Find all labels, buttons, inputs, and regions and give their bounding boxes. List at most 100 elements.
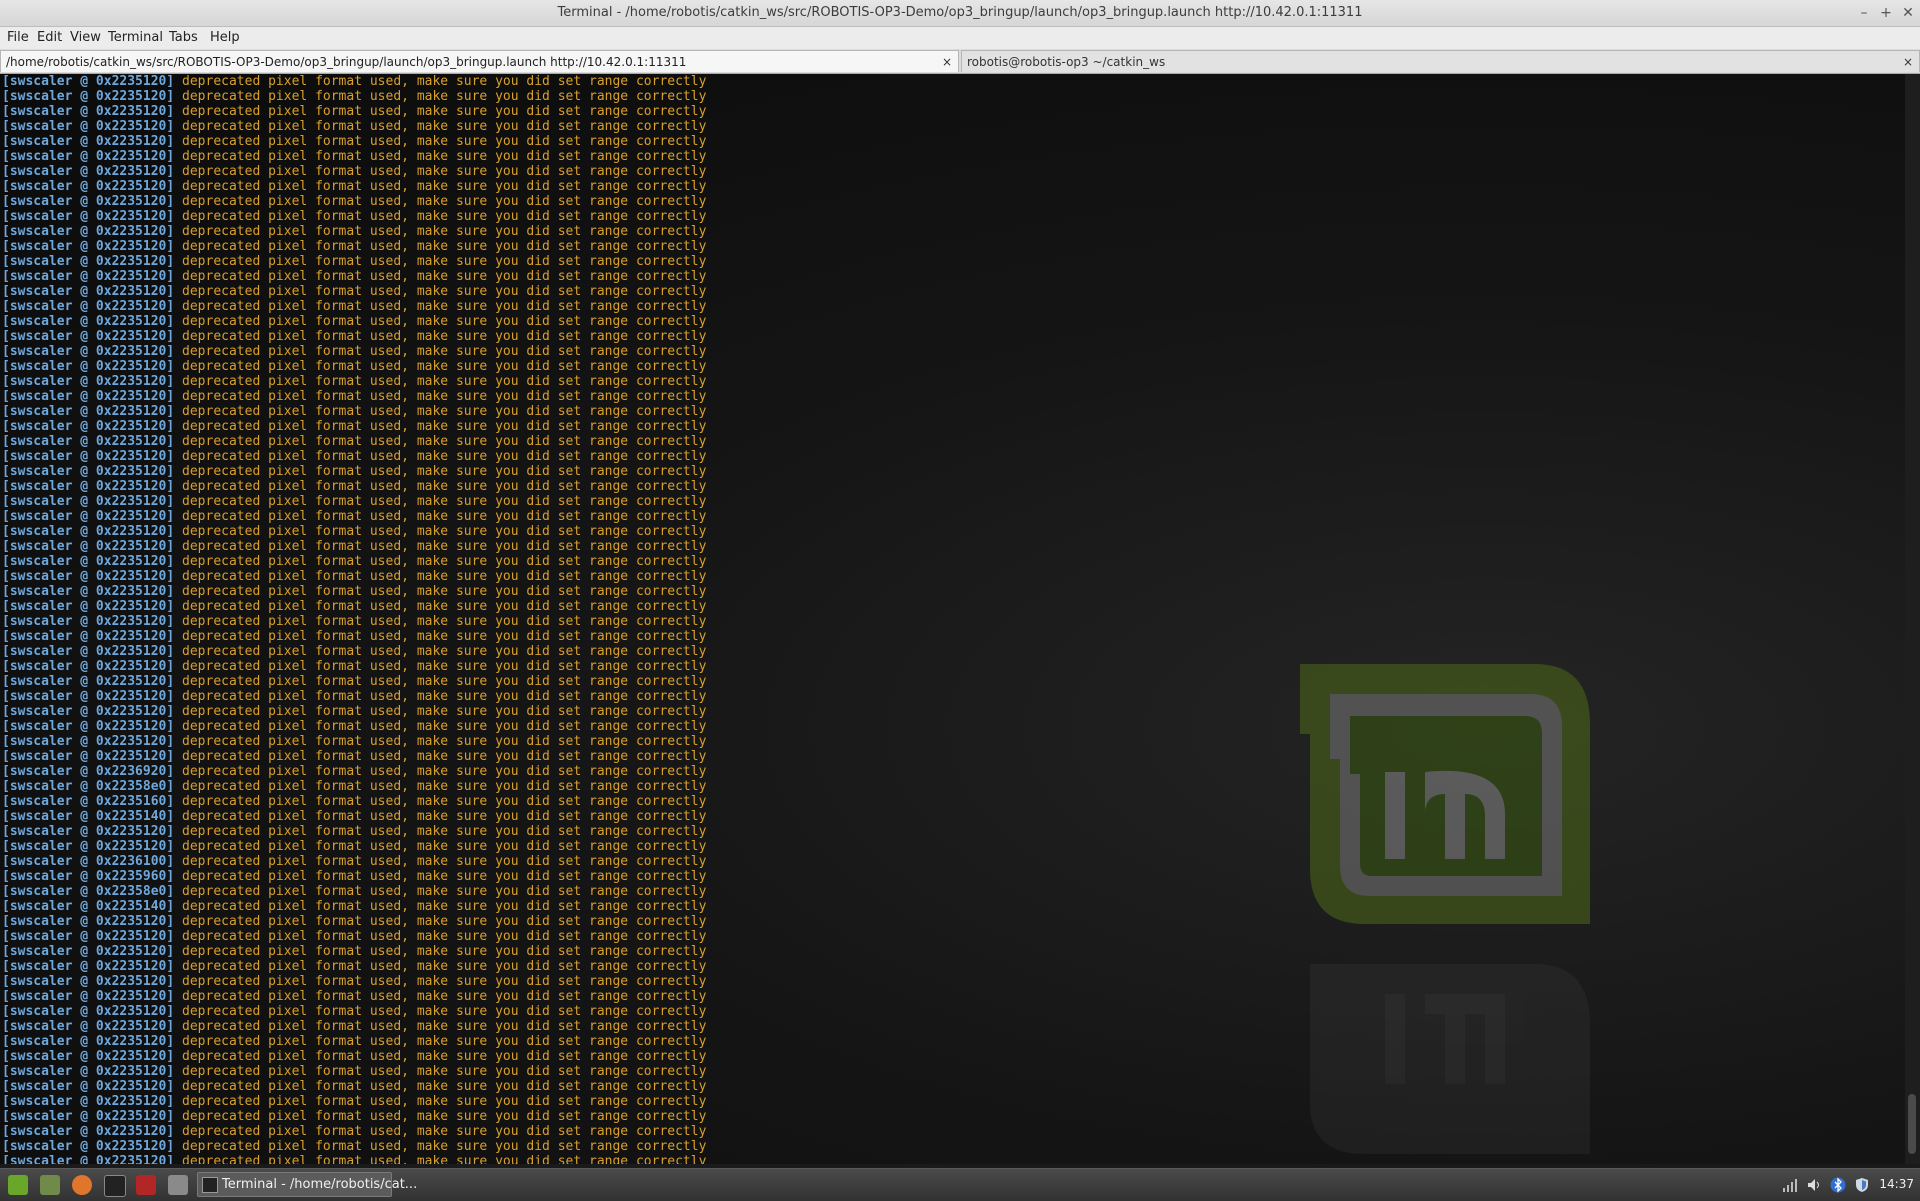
log-line: [swscaler @ 0x2235120] deprecated pixel … — [2, 164, 706, 179]
log-message: deprecated pixel format used, make sure … — [174, 794, 707, 809]
log-message: deprecated pixel format used, make sure … — [174, 809, 707, 824]
log-tag: [swscaler @ 0x2235120] — [2, 749, 175, 764]
tab-catkin-ws[interactable]: robotis@robotis-op3 ~/catkin_ws × — [961, 50, 1920, 72]
minimize-button[interactable]: – — [1855, 4, 1873, 22]
log-tag: [swscaler @ 0x2235120] — [2, 344, 175, 359]
menu-tabs[interactable]: Tabs — [169, 30, 198, 45]
log-line: [swscaler @ 0x2235120] deprecated pixel … — [2, 599, 706, 614]
log-tag: [swscaler @ 0x2235120] — [2, 89, 175, 104]
window-icon[interactable] — [168, 1175, 188, 1195]
log-message: deprecated pixel format used, make sure … — [174, 374, 707, 389]
log-line: [swscaler @ 0x2235120] deprecated pixel … — [2, 449, 706, 464]
terminal-output[interactable]: [swscaler @ 0x2235120] deprecated pixel … — [0, 74, 1905, 1164]
shield-icon[interactable] — [1854, 1177, 1870, 1193]
tab-label: /home/robotis/catkin_ws/src/ROBOTIS-OP3-… — [6, 55, 687, 69]
log-tag: [swscaler @ 0x2235120] — [2, 599, 175, 614]
maximize-button[interactable]: + — [1877, 4, 1895, 22]
log-message: deprecated pixel format used, make sure … — [174, 764, 707, 779]
firefox-icon[interactable] — [72, 1175, 92, 1195]
close-button[interactable]: ✕ — [1899, 4, 1917, 22]
menu-edit[interactable]: Edit — [37, 30, 62, 45]
log-tag: [swscaler @ 0x2235140] — [2, 899, 175, 914]
network-icon[interactable] — [1782, 1177, 1798, 1193]
log-tag: [swscaler @ 0x2235120] — [2, 284, 175, 299]
log-tag: [swscaler @ 0x2235120] — [2, 119, 175, 134]
log-message: deprecated pixel format used, make sure … — [174, 1064, 707, 1079]
log-line: [swscaler @ 0x2235120] deprecated pixel … — [2, 134, 706, 149]
menu-icon[interactable] — [8, 1175, 28, 1195]
log-line: [swscaler @ 0x2235120] deprecated pixel … — [2, 704, 706, 719]
log-tag: [swscaler @ 0x2235120] — [2, 839, 175, 854]
log-line: [swscaler @ 0x2235120] deprecated pixel … — [2, 1019, 706, 1034]
log-tag: [swscaler @ 0x2235120] — [2, 374, 175, 389]
log-line: [swscaler @ 0x2235120] deprecated pixel … — [2, 1124, 706, 1139]
log-tag: [swscaler @ 0x2235120] — [2, 1154, 175, 1164]
tab-close-icon[interactable]: × — [1903, 51, 1913, 73]
log-tag: [swscaler @ 0x2235120] — [2, 989, 175, 1004]
taskbar-window-button[interactable]: Terminal - /home/robotis/cat... — [197, 1172, 417, 1197]
log-line: [swscaler @ 0x22358e0] deprecated pixel … — [2, 779, 706, 794]
log-tag: [swscaler @ 0x2235120] — [2, 1079, 175, 1094]
log-line: [swscaler @ 0x2235120] deprecated pixel … — [2, 104, 706, 119]
log-tag: [swscaler @ 0x2235160] — [2, 794, 175, 809]
log-line: [swscaler @ 0x2235120] deprecated pixel … — [2, 1064, 706, 1079]
log-tag: [swscaler @ 0x2235120] — [2, 584, 175, 599]
menu-file[interactable]: File — [7, 30, 29, 45]
log-line: [swscaler @ 0x2235120] deprecated pixel … — [2, 209, 706, 224]
log-tag: [swscaler @ 0x2235120] — [2, 209, 175, 224]
log-line: [swscaler @ 0x2235120] deprecated pixel … — [2, 989, 706, 1004]
menu-terminal[interactable]: Terminal — [108, 30, 163, 45]
tab-bringup[interactable]: /home/robotis/catkin_ws/src/ROBOTIS-OP3-… — [0, 50, 959, 72]
log-line: [swscaler @ 0x2235120] deprecated pixel … — [2, 479, 706, 494]
log-tag: [swscaler @ 0x2235120] — [2, 419, 175, 434]
log-line: [swscaler @ 0x2235120] deprecated pixel … — [2, 959, 706, 974]
files-icon[interactable] — [40, 1175, 60, 1195]
log-tag: [swscaler @ 0x2235120] — [2, 569, 175, 584]
scrollbar[interactable] — [1905, 74, 1920, 1164]
scrollbar-thumb[interactable] — [1908, 1094, 1916, 1154]
log-tag: [swscaler @ 0x2235960] — [2, 869, 175, 884]
log-message: deprecated pixel format used, make sure … — [174, 509, 707, 524]
log-line: [swscaler @ 0x2235120] deprecated pixel … — [2, 389, 706, 404]
log-message: deprecated pixel format used, make sure … — [174, 329, 707, 344]
log-message: deprecated pixel format used, make sure … — [174, 1019, 707, 1034]
log-tag: [swscaler @ 0x2235120] — [2, 644, 175, 659]
log-line: [swscaler @ 0x2235120] deprecated pixel … — [2, 614, 706, 629]
log-tag: [swscaler @ 0x2235120] — [2, 224, 175, 239]
log-tag: [swscaler @ 0x22358e0] — [2, 779, 175, 794]
log-line: [swscaler @ 0x2235140] deprecated pixel … — [2, 809, 706, 824]
log-message: deprecated pixel format used, make sure … — [174, 899, 707, 914]
log-line: [swscaler @ 0x2235120] deprecated pixel … — [2, 254, 706, 269]
log-tag: [swscaler @ 0x2235120] — [2, 1139, 175, 1154]
log-message: deprecated pixel format used, make sure … — [174, 569, 707, 584]
log-line: [swscaler @ 0x22358e0] deprecated pixel … — [2, 884, 706, 899]
bluetooth-icon[interactable] — [1830, 1177, 1846, 1193]
log-line: [swscaler @ 0x2235120] deprecated pixel … — [2, 839, 706, 854]
terminal-icon[interactable] — [104, 1175, 126, 1197]
log-line: [swscaler @ 0x2235120] deprecated pixel … — [2, 689, 706, 704]
log-line: [swscaler @ 0x2235120] deprecated pixel … — [2, 659, 706, 674]
log-line: [swscaler @ 0x2235120] deprecated pixel … — [2, 359, 706, 374]
app-icon[interactable] — [136, 1175, 156, 1195]
log-message: deprecated pixel format used, make sure … — [174, 239, 707, 254]
log-message: deprecated pixel format used, make sure … — [174, 1034, 707, 1049]
log-line: [swscaler @ 0x2235120] deprecated pixel … — [2, 284, 706, 299]
log-message: deprecated pixel format used, make sure … — [174, 659, 707, 674]
menu-help[interactable]: Help — [210, 30, 240, 45]
log-message: deprecated pixel format used, make sure … — [174, 539, 707, 554]
log-line: [swscaler @ 0x2235120] deprecated pixel … — [2, 1004, 706, 1019]
log-message: deprecated pixel format used, make sure … — [174, 1004, 707, 1019]
log-line: [swscaler @ 0x2235120] deprecated pixel … — [2, 1049, 706, 1064]
log-line: [swscaler @ 0x2235120] deprecated pixel … — [2, 734, 706, 749]
log-line: [swscaler @ 0x2235120] deprecated pixel … — [2, 329, 706, 344]
log-message: deprecated pixel format used, make sure … — [174, 314, 707, 329]
log-message: deprecated pixel format used, make sure … — [174, 1154, 707, 1164]
volume-icon[interactable] — [1806, 1177, 1822, 1193]
log-message: deprecated pixel format used, make sure … — [174, 269, 707, 284]
log-message: deprecated pixel format used, make sure … — [174, 254, 707, 269]
log-message: deprecated pixel format used, make sure … — [174, 134, 707, 149]
log-tag: [swscaler @ 0x2235120] — [2, 74, 175, 89]
log-message: deprecated pixel format used, make sure … — [174, 1109, 707, 1124]
menu-view[interactable]: View — [70, 30, 101, 45]
tab-close-icon[interactable]: × — [942, 51, 952, 73]
